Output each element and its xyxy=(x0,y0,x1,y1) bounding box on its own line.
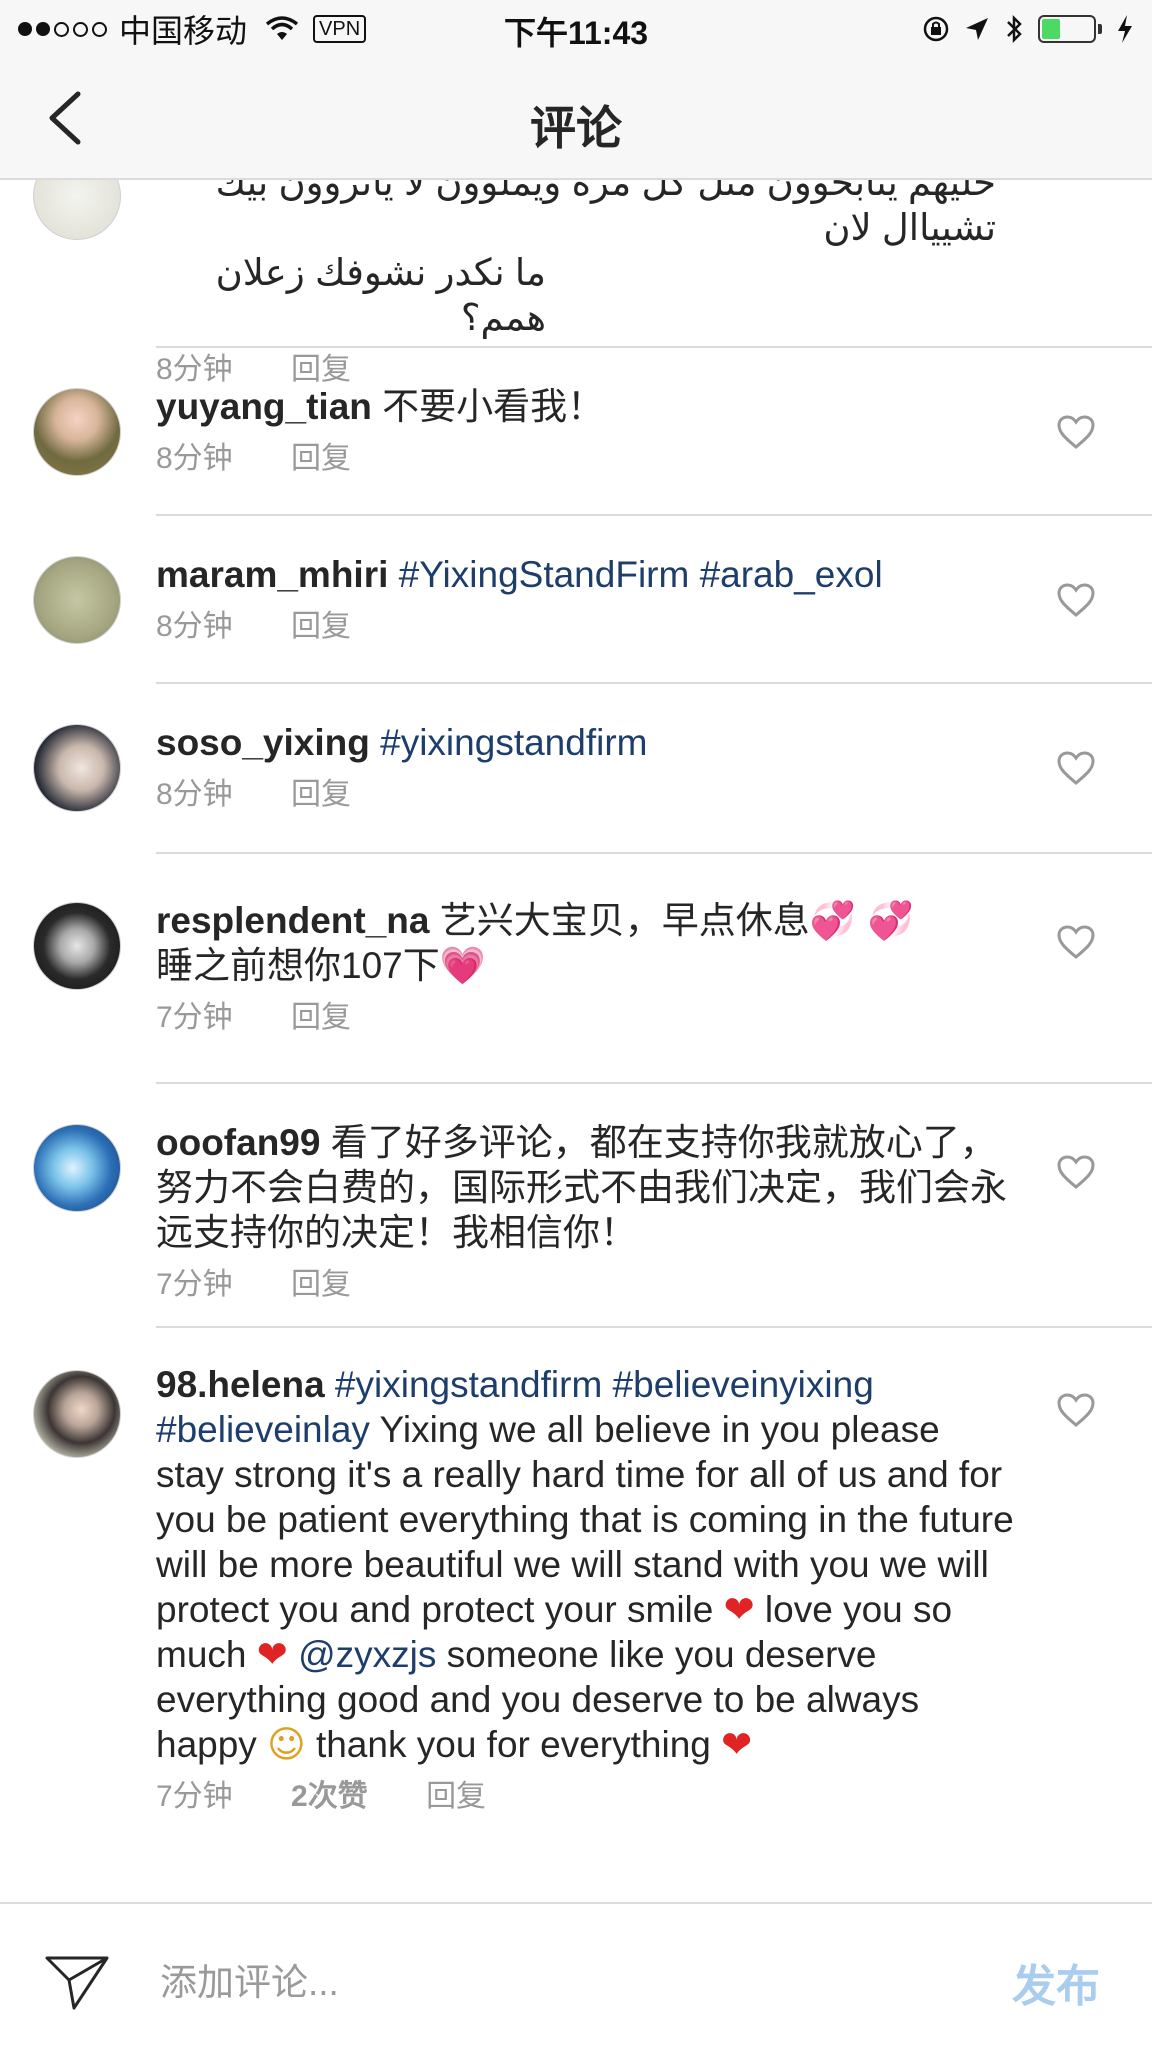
username[interactable]: resplendent_na xyxy=(156,900,429,941)
growing-heart-emoji: 💗 xyxy=(439,944,486,987)
hashtag-link[interactable]: #yixingstandfirm xyxy=(370,722,647,763)
comment-time: 8分钟 xyxy=(156,610,233,643)
comment-meta: 7分钟 2次赞 回复 xyxy=(156,1777,1016,1817)
nav-bar: 评论 xyxy=(0,58,1152,180)
avatar[interactable] xyxy=(33,724,121,812)
red-heart-emoji: ❤ xyxy=(723,1588,755,1631)
avatar[interactable] xyxy=(33,1370,121,1458)
comment-input[interactable] xyxy=(158,1954,962,2012)
page-title: 评论 xyxy=(530,102,622,154)
avatar[interactable] xyxy=(33,902,121,990)
comment-time: 7分钟 xyxy=(156,1780,233,1813)
comment-time: 8分钟 xyxy=(156,353,233,386)
comment-text: 不要小看我！ xyxy=(371,386,605,427)
divider xyxy=(156,1082,1152,1084)
hashtag-link[interactable]: #yixingstandfirm #believeinyixing xyxy=(325,1364,874,1405)
comment-meta: 8分钟 回复 xyxy=(156,607,1016,647)
comment-meta: 8分钟 回复 xyxy=(156,775,1016,815)
reply-button[interactable]: 回复 xyxy=(291,1268,351,1301)
comment-text: 睡之前想你107下 xyxy=(156,945,440,986)
comment-time: 7分钟 xyxy=(156,1268,233,1301)
like-heart-icon[interactable] xyxy=(1056,924,1096,960)
username[interactable]: soso_yixing xyxy=(156,722,370,763)
reply-button[interactable]: 回复 xyxy=(291,778,351,811)
reply-button[interactable]: 回复 xyxy=(291,353,351,386)
divider xyxy=(156,1326,1152,1328)
comment-text: 艺兴大宝贝，早点休息 xyxy=(429,900,810,941)
username[interactable]: yuyang_tian xyxy=(156,386,372,427)
comment-text: ما نكدر نشوفك زعلان همم؟ xyxy=(215,252,546,338)
red-heart-emoji: ❤ xyxy=(256,1633,288,1676)
username[interactable]: ooofan99 xyxy=(156,1122,320,1163)
like-heart-icon[interactable] xyxy=(1056,414,1096,450)
post-button[interactable]: 发布 xyxy=(1012,1950,1100,2014)
reply-button[interactable]: 回复 xyxy=(291,610,351,643)
comment-time: 7分钟 xyxy=(156,1001,233,1034)
comment-time: 8分钟 xyxy=(156,778,233,811)
divider xyxy=(156,346,1152,348)
username[interactable]: maram_mhiri xyxy=(156,554,388,595)
like-heart-icon[interactable] xyxy=(1056,750,1096,786)
username[interactable]: 98.helena xyxy=(156,1364,325,1405)
avatar[interactable] xyxy=(33,1124,121,1212)
divider xyxy=(156,682,1152,684)
avatar[interactable] xyxy=(33,556,121,644)
comment-text: thank you for everything xyxy=(305,1724,722,1765)
reply-button[interactable]: 回复 xyxy=(291,1001,351,1034)
comment-meta: 7分钟 回复 xyxy=(156,998,1016,1038)
hashtag-link[interactable]: #YixingStandFirm #arab_exol xyxy=(388,554,883,595)
smiling-face-emoji: ☺ xyxy=(267,1723,306,1766)
comment-composer: 发布 xyxy=(0,1902,1152,2050)
red-heart-emoji: ❤ xyxy=(721,1723,753,1766)
divider xyxy=(156,514,1152,516)
like-heart-icon[interactable] xyxy=(1056,1392,1096,1428)
reply-button[interactable]: 回复 xyxy=(426,1780,486,1813)
divider xyxy=(156,852,1152,854)
comment-time: 8分钟 xyxy=(156,442,233,475)
likes-count[interactable]: 2次赞 xyxy=(291,1780,368,1813)
send-direct-icon[interactable] xyxy=(44,1952,110,2012)
like-heart-icon[interactable] xyxy=(1056,582,1096,618)
like-heart-icon[interactable] xyxy=(1056,1154,1096,1190)
avatar[interactable] xyxy=(33,388,121,476)
reply-button[interactable]: 回复 xyxy=(291,442,351,475)
comment-meta: 8分钟 回复 xyxy=(156,439,1016,479)
sparkling-hearts-emoji: 💞 💞 xyxy=(809,899,914,942)
hashtag-link[interactable]: #believeinlay xyxy=(156,1409,370,1450)
mention-link[interactable]: @zyxzjs xyxy=(298,1634,436,1675)
comment-list[interactable]: خليهم ينابحوون مثل كل مرة ويملوون لا يات… xyxy=(0,0,1152,1902)
comment-meta: 7分钟 回复 xyxy=(156,1265,1016,1305)
